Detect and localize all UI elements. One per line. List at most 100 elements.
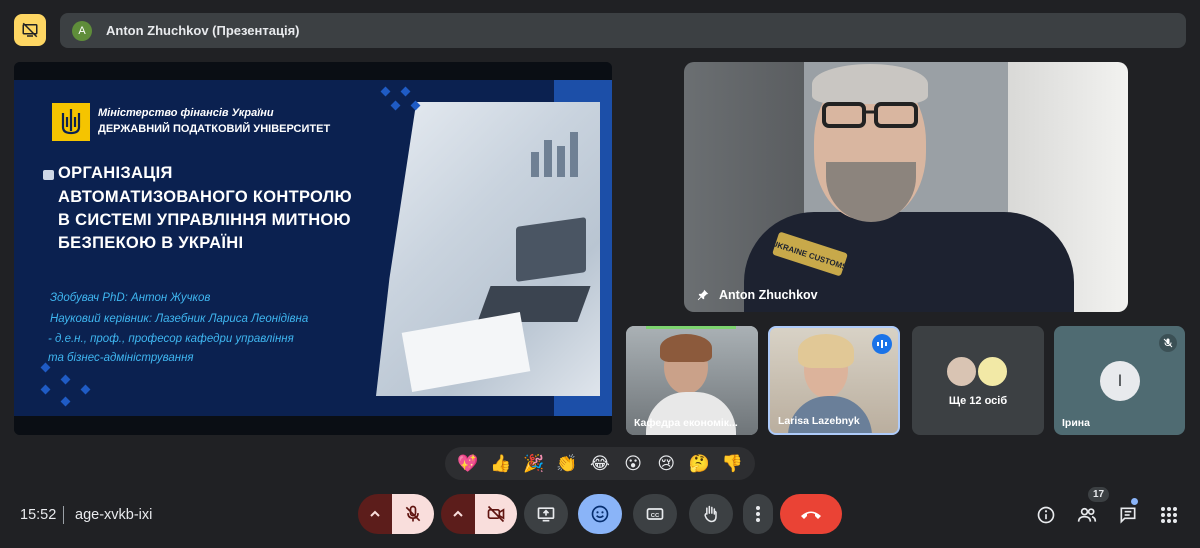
decor-diamond [80,384,91,395]
glasses-shape [822,102,918,128]
decor-diamond [390,100,401,111]
presentation-slide: Міністерство фінансів України ДЕРЖАВНИЙ … [14,80,612,416]
slide-info-line: Здобувач PhD: Антон Жучков [50,292,211,304]
presentation-banner: A Anton Zhuchkov (Презентація) [60,13,1186,48]
presentation-title: Anton Zhuchkov (Презентація) [106,23,300,38]
decor-diamond [40,384,51,395]
camera-toggle-button[interactable] [475,494,517,534]
present-screen-icon [537,507,555,522]
present-off-icon [22,22,38,38]
presenter-avatar: A [72,20,92,41]
reaction-surprised[interactable]: 😮 [619,454,647,474]
slide-bottom-strip [14,416,612,435]
meeting-code: age-xvkb-ixi [75,507,153,523]
participant-hair [660,334,712,362]
slide-title-line: ОРГАНІЗАЦІЯ [58,164,173,182]
reaction-thumbs-down[interactable]: 👎 [718,454,746,474]
chart-paper [401,312,531,392]
reaction-thinking[interactable]: 🤔 [685,454,713,474]
bullet-icon [43,170,54,180]
more-participants-label: Ще 12 осіб [948,395,1008,407]
participant-tile-larisa[interactable]: Larisa Lazebnyk [768,326,900,435]
reactions-bar: 💖 👍 🎉 👏 😂 😮 😢 🤔 👎 [445,447,755,480]
speaker-video-tile[interactable]: UKRAINE CUSTOMS Anton Zhuchkov [684,62,1128,312]
divider [63,506,64,524]
video-green-strip [646,326,736,329]
more-vert-icon [756,506,760,522]
mic-off-icon [1163,338,1173,348]
slide-top-strip [14,62,612,80]
end-call-icon [801,511,821,519]
reaction-heart[interactable]: 💖 [454,454,482,474]
speaking-indicator [872,334,892,354]
participant-name: Ірина [1062,417,1090,429]
presentation-view[interactable]: Міністерство фінансів України ДЕРЖАВНИЙ … [14,62,612,435]
chevron-up-icon [453,510,463,517]
emoji-icon [591,505,609,523]
decor-diamond [60,374,71,385]
captions-icon: CC [646,508,664,520]
slide-photo-laptop [376,102,600,396]
trident-icon [61,109,81,135]
participant-name: Larisa Lazebnyk [778,415,860,427]
university-logo [52,103,90,141]
present-screen-button[interactable] [524,494,568,534]
clock: 15:52 [20,507,57,523]
presenting-toggle-button[interactable] [14,14,46,46]
captions-button[interactable]: CC [633,494,677,534]
mic-off-icon [405,505,421,522]
chart-bars-icon [531,132,578,177]
reaction-thumbs-up[interactable]: 👍 [487,454,515,474]
people-icon [1077,507,1097,522]
reaction-party[interactable]: 🎉 [520,454,548,474]
reaction-clap[interactable]: 👏 [553,454,581,474]
reactions-button[interactable] [578,494,622,534]
muted-indicator [1159,334,1177,352]
info-icon [1037,506,1055,524]
slide-title-line: БЕЗПЕКОЮ В УКРАЇНІ [58,234,244,252]
hand-icon [704,505,717,523]
raise-hand-button[interactable] [689,494,733,534]
leave-call-button[interactable] [780,494,842,534]
participant-name: Кафедра економік... [634,417,738,429]
chat-notification-dot [1131,498,1138,505]
apps-grid-icon [1161,507,1177,523]
decor-diamond [60,396,71,407]
reaction-laugh[interactable]: 😂 [586,454,614,474]
microphone-toggle-button[interactable] [392,494,434,534]
decor-diamond [40,362,51,373]
people-button[interactable] [1074,502,1100,528]
chat-icon [1120,507,1136,524]
participant-tile-iryna[interactable]: І Ірина [1054,326,1185,435]
activities-button[interactable] [1156,502,1182,528]
decor-diamond [380,86,391,97]
participants-count-badge: 17 [1088,487,1109,502]
laptop-screen [516,217,586,282]
video-options-button[interactable] [441,494,475,534]
participant-hair [798,334,854,368]
university-name: ДЕРЖАВНИЙ ПОДАТКОВИЙ УНІВЕРСИТЕТ [98,123,331,135]
slide-title-line: АВТОМАТИЗОВАНОГО КОНТРОЛЮ [58,188,352,206]
chevron-up-icon [370,510,380,517]
slide-info-line: - д.е.н., проф., професор кафедри управл… [48,333,294,345]
speaker-hair [812,64,928,104]
pin-icon[interactable] [696,288,710,302]
participant-avatar [945,355,978,388]
more-participants-tile[interactable]: Ще 12 осіб [912,326,1044,435]
participant-avatar: І [1100,361,1140,401]
audio-bars-icon [877,340,887,348]
ministry-name: Міністерство фінансів України [98,107,274,119]
slide-info-line: та бізнес-адміністрування [48,352,194,364]
svg-text:CC: CC [651,513,660,519]
participant-avatar [976,355,1009,388]
meeting-details-button[interactable] [1033,502,1059,528]
slide-title-line: В СИСТЕМІ УПРАВЛІННЯ МИТНОЮ [58,211,351,229]
chat-button[interactable] [1115,502,1141,528]
camera-off-icon [487,505,505,523]
speaker-name: Anton Zhuchkov [719,288,818,302]
audio-options-button[interactable] [358,494,392,534]
slide-info-line: Науковий керівник: Лазебник Лариса Леоні… [50,313,309,325]
participant-tile-kafedra[interactable]: Кафедра економік... [626,326,758,435]
more-options-button[interactable] [743,494,773,534]
reaction-sad[interactable]: 😢 [652,454,680,474]
